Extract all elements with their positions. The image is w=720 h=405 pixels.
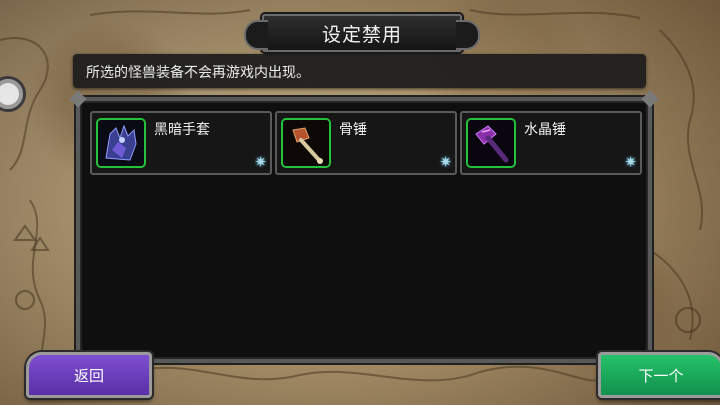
title-plate: 设定禁用 xyxy=(244,14,480,52)
back-button[interactable]: 返回 xyxy=(26,352,152,398)
ice-star-icon: ✷ xyxy=(439,153,452,171)
ice-star-icon: ✷ xyxy=(624,153,637,171)
item-card-bone-hammer[interactable]: 骨锤 ✷ xyxy=(275,111,457,175)
crystal-hammer-icon xyxy=(466,118,516,168)
bone-hammer-icon xyxy=(281,118,331,168)
banned-items-panel: 黑暗手套 ✷ 骨锤 ✷ 水晶锤 ✷ xyxy=(69,90,659,370)
next-button[interactable]: 下一个 xyxy=(598,352,720,398)
item-name: 骨锤 xyxy=(339,122,367,138)
title-ornament-left xyxy=(244,20,268,50)
item-card-crystal-hammer[interactable]: 水晶锤 ✷ xyxy=(460,111,642,175)
item-name: 水晶锤 xyxy=(524,122,566,138)
item-name: 黑暗手套 xyxy=(154,122,210,138)
instruction-text: 所选的怪兽装备不会再游戏内出现。 xyxy=(86,65,310,81)
ice-star-icon: ✷ xyxy=(254,153,267,171)
item-card-dark-gauntlet[interactable]: 黑暗手套 ✷ xyxy=(90,111,272,175)
page-title: 设定禁用 xyxy=(321,23,402,46)
instruction-banner: 所选的怪兽装备不会再游戏内出现。 xyxy=(73,54,646,88)
dark-gauntlet-icon xyxy=(96,118,146,168)
